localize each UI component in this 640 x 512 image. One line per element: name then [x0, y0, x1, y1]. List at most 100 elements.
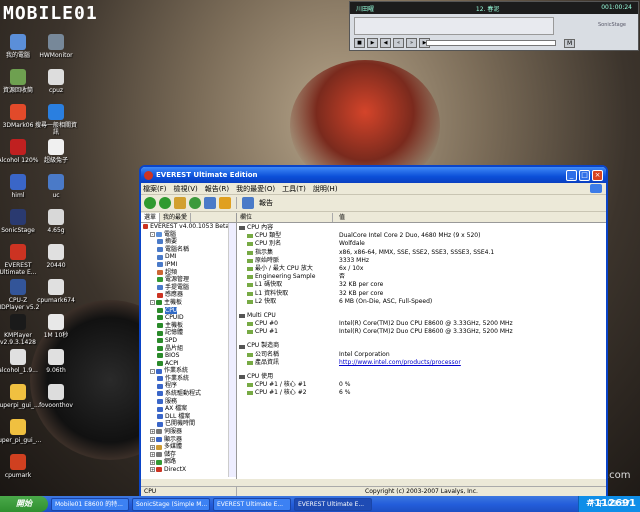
menu-toggle-button[interactable] — [219, 197, 231, 209]
tree-item[interactable]: 作業系統 — [141, 375, 229, 383]
desktop-icon[interactable]: 搜尋一般相關資訊 — [33, 104, 79, 136]
tree-item[interactable]: - 電腦 — [141, 231, 229, 239]
menu-file[interactable]: 檔案(F) — [143, 184, 167, 194]
tab-favorites[interactable]: 我的最愛 — [160, 213, 192, 222]
table-row[interactable]: 原始時脈 3333 MHz — [237, 257, 606, 265]
favorites-button[interactable] — [204, 197, 216, 209]
section-header[interactable]: CPU 製造商 — [237, 342, 606, 350]
start-button[interactable]: 開始 — [0, 496, 48, 512]
tree-item[interactable]: 晶片組 — [141, 345, 229, 353]
taskbar-task[interactable]: SonicStage (Simple M... — [132, 497, 210, 511]
table-row[interactable]: CPU #1 / 核心 #2 6 % — [237, 389, 606, 397]
refresh-button[interactable] — [189, 197, 201, 209]
taskbar-task[interactable]: EVEREST Ultimate E... — [294, 497, 372, 511]
menu-report[interactable]: 報告(R) — [205, 184, 229, 194]
tree-item[interactable]: 主機板 — [141, 322, 229, 330]
expand-icon[interactable]: + — [150, 429, 155, 435]
tree-item[interactable]: + 儲存 — [141, 451, 229, 459]
tree-item[interactable]: 記憶體 — [141, 329, 229, 337]
nav-scrollbar[interactable] — [228, 223, 236, 477]
table-row[interactable]: 最小 / 最大 CPU 放大 6x / 10x — [237, 265, 606, 273]
collapse-icon[interactable]: - — [150, 368, 155, 374]
table-row[interactable]: CPU #0 Intel(R) Core(TM)2 Duo CPU E8600 @… — [237, 320, 606, 328]
column-value[interactable]: 值 — [333, 213, 345, 222]
up-button[interactable] — [174, 197, 186, 209]
table-row[interactable]: L1 資料快取 32 KB per core — [237, 290, 606, 298]
collapse-icon[interactable]: - — [150, 231, 155, 237]
desktop-icon[interactable]: fovoonthov — [33, 384, 79, 409]
table-row[interactable]: CPU 類型 DualCore Intel Core 2 Duo, 4680 MH… — [237, 232, 606, 240]
desktop-icon[interactable]: HWMonitor — [33, 34, 79, 59]
tree-item[interactable]: SPD — [141, 337, 229, 345]
rewind-button[interactable]: « — [393, 38, 404, 48]
tree-item[interactable]: - 主機板 — [141, 299, 229, 307]
desktop-icon[interactable]: super_pi_gui_... — [0, 419, 41, 444]
tab-menu[interactable]: 選單 — [141, 213, 161, 222]
report-button[interactable]: 報告 — [259, 198, 273, 208]
tree-item[interactable]: DMI — [141, 253, 229, 261]
expand-icon[interactable]: + — [150, 452, 155, 458]
maximize-button[interactable]: □ — [579, 169, 590, 181]
tree-item[interactable]: 程序 — [141, 382, 229, 390]
section-header[interactable]: Multi CPU — [237, 312, 606, 320]
forward-button[interactable]: » — [406, 38, 417, 48]
tree-item[interactable]: CPUID — [141, 314, 229, 322]
desktop-icon[interactable]: cpumark — [0, 454, 41, 479]
table-row[interactable]: Engineering Sample 否 — [237, 273, 606, 281]
stop-button[interactable]: ■ — [354, 38, 365, 48]
table-row[interactable]: CPU #1 Intel(R) Core(TM)2 Duo CPU E8600 @… — [237, 328, 606, 336]
expand-icon[interactable]: + — [150, 444, 155, 450]
tree-item[interactable]: 電腦名稱 — [141, 246, 229, 254]
tree-item[interactable]: IPMI — [141, 261, 229, 269]
player-seek-bar[interactable] — [426, 40, 556, 46]
menu-help[interactable]: 說明(H) — [313, 184, 338, 194]
taskbar-task[interactable]: EVEREST Ultimate E... — [213, 497, 291, 511]
prev-button[interactable]: ◀ — [380, 38, 391, 48]
tree-item[interactable]: + 網路 — [141, 458, 229, 466]
menu-tools[interactable]: 工具(T) — [282, 184, 306, 194]
tree-item[interactable]: 手提電腦 — [141, 284, 229, 292]
table-row[interactable]: 公司名稱 Intel Corporation — [237, 351, 606, 359]
desktop-icon[interactable]: 9.06th — [33, 349, 79, 374]
tree-item[interactable]: + 多媒體 — [141, 443, 229, 451]
tree-item[interactable]: EVEREST v4.00.1053 Beta — [141, 223, 229, 231]
menu-view[interactable]: 檢視(V) — [174, 184, 198, 194]
player-mode-button[interactable]: M — [564, 39, 576, 48]
tree-item[interactable]: AX 檔案 — [141, 405, 229, 413]
tree-item[interactable]: + DirectX — [141, 466, 229, 474]
table-row[interactable]: 產品資訊 http://www.intel.com/products/proces… — [237, 359, 606, 367]
expand-icon[interactable]: + — [150, 459, 155, 465]
tree-item[interactable]: - 作業系統 — [141, 367, 229, 375]
tree-item[interactable]: 電源管理 — [141, 276, 229, 284]
tree-item[interactable]: + 伺服器 — [141, 428, 229, 436]
column-field[interactable]: 欄位 — [237, 213, 333, 222]
tree-item[interactable]: 感應器 — [141, 291, 229, 299]
tree-item[interactable]: BIOS — [141, 352, 229, 360]
tree-item[interactable]: 系統驅動程式 — [141, 390, 229, 398]
expand-icon[interactable]: + — [150, 467, 155, 473]
expand-icon[interactable]: + — [150, 436, 155, 442]
taskbar-task[interactable]: Mobile01 E8600 的特... — [51, 497, 129, 511]
back-button[interactable] — [144, 197, 156, 209]
menu-favorites[interactable]: 我的最愛(O) — [236, 184, 275, 194]
tree-item[interactable]: CPU — [141, 306, 229, 315]
desktop-icon[interactable]: cpumark674 — [33, 279, 79, 304]
play-button[interactable]: ▶ — [367, 38, 378, 48]
table-row[interactable]: 指示集 x86, x86-64, MMX, SSE, SSE2, SSE3, SS… — [237, 249, 606, 257]
desktop-icon[interactable]: 超級兔子 — [33, 139, 79, 164]
minimize-button[interactable]: _ — [566, 169, 577, 181]
window-titlebar[interactable]: EVEREST Ultimate Edition _ □ × — [141, 167, 606, 183]
table-row[interactable]: L1 碼快取 32 KB per core — [237, 281, 606, 289]
forward-button[interactable] — [159, 197, 171, 209]
desktop-icon[interactable]: 20440 — [33, 244, 79, 269]
section-header[interactable]: CPU 使用 — [237, 373, 606, 381]
desktop-icon[interactable]: uc — [33, 174, 79, 199]
desktop-icon[interactable]: cpuz — [33, 69, 79, 94]
desktop-icon[interactable]: 4.65g — [33, 209, 79, 234]
collapse-icon[interactable]: - — [150, 300, 155, 306]
section-header[interactable]: CPU 內容 — [237, 224, 606, 232]
table-row[interactable]: L2 快取 6 MB (On-Die, ASC, Full-Speed) — [237, 298, 606, 306]
desktop-icon[interactable]: 1M 10秒 — [33, 314, 79, 339]
product-link[interactable]: http://www.intel.com/products/processor — [333, 359, 461, 367]
table-row[interactable]: CPU 別名 Wolfdale — [237, 240, 606, 248]
